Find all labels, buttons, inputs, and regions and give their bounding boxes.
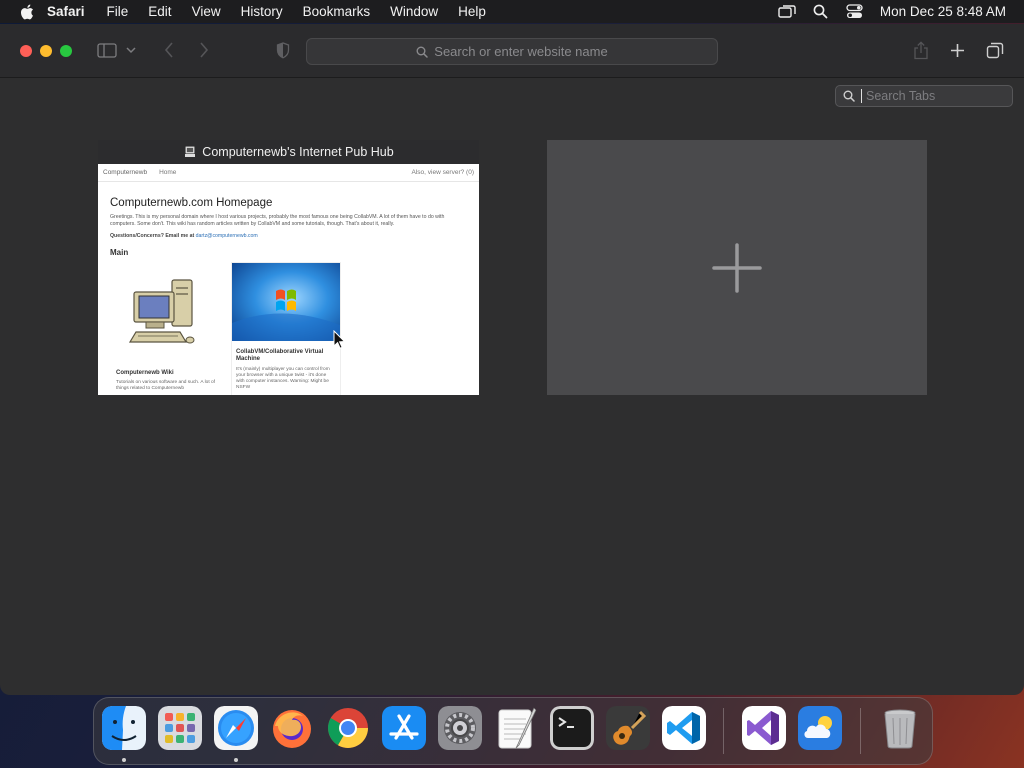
dock-garageband[interactable]: [606, 706, 650, 750]
weather-icon: [798, 706, 842, 750]
finder-icon: [102, 706, 146, 750]
dock-chrome[interactable]: [326, 706, 370, 750]
new-tab-card[interactable]: [547, 140, 927, 395]
dock-firefox[interactable]: [270, 706, 314, 750]
site-contact: Questions/Concerns? Email me at dartz@co…: [110, 233, 258, 239]
trash-icon: [884, 709, 916, 749]
textedit-icon: [498, 707, 537, 749]
guitar-icon: [606, 706, 650, 750]
search-icon: [416, 46, 429, 58]
screen-mirroring-icon[interactable]: [778, 4, 796, 20]
site-heading: Computernewb.com Homepage: [110, 197, 273, 209]
menu-bookmarks[interactable]: Bookmarks: [303, 4, 371, 19]
site-card-collabvm: CollabVM/Collaborative Virtual Machine I…: [231, 262, 341, 395]
menu-view[interactable]: View: [192, 4, 221, 19]
plus-icon: [712, 242, 762, 293]
tab-title: Computernewb's Internet Pub Hub: [202, 145, 394, 159]
text-caret: [861, 89, 862, 103]
site-intro: Greetings. This is my personal domain wh…: [110, 214, 445, 227]
search-icon: [843, 90, 855, 102]
site-contact-label: Questions/Concerns? Email me at: [110, 233, 195, 239]
terminal-icon: [550, 706, 594, 750]
chevron-down-icon[interactable]: [124, 39, 138, 61]
dock-vscode[interactable]: [662, 706, 706, 750]
address-bar[interactable]: Search or enter website name: [306, 38, 718, 65]
search-tabs-input[interactable]: [866, 89, 1006, 103]
safari-icon: [214, 706, 258, 750]
tab-thumbnail-computernewb[interactable]: Computernewb's Internet Pub Hub Computer…: [98, 140, 479, 395]
dock-terminal[interactable]: [550, 706, 594, 750]
search-tabs-field[interactable]: [835, 85, 1013, 107]
favicon-icon: [185, 146, 196, 157]
dock-finder[interactable]: [102, 706, 146, 750]
dock-separator: [723, 708, 724, 754]
page-preview: Computernewb Home Also, view server? (0)…: [98, 164, 479, 395]
computer-illustration: [128, 279, 195, 344]
site-section-heading: Main: [110, 248, 129, 257]
dock-safari[interactable]: [214, 706, 258, 750]
menu-file[interactable]: File: [107, 4, 129, 19]
tab-title-strip: Computernewb's Internet Pub Hub: [98, 140, 479, 164]
dock-app-store[interactable]: [382, 706, 426, 750]
dock-separator: [860, 708, 861, 754]
privacy-shield-icon[interactable]: [272, 39, 294, 61]
minimize-button[interactable]: [40, 45, 52, 57]
sidebar-toggle-icon[interactable]: [96, 39, 118, 61]
dock: [93, 697, 933, 765]
site-card-collabvm-desc: It's (mainly) multiplayer you can contro…: [236, 367, 330, 390]
chrome-icon: [328, 708, 368, 748]
close-button[interactable]: [20, 45, 32, 57]
dock-visual-studio[interactable]: [742, 706, 786, 750]
menu-edit[interactable]: Edit: [148, 4, 171, 19]
menu-app-name[interactable]: Safari: [47, 4, 85, 19]
share-icon[interactable]: [910, 39, 932, 61]
menu-window[interactable]: Window: [390, 4, 438, 19]
firefox-icon: [273, 710, 311, 748]
control-center-icon[interactable]: [846, 4, 864, 20]
site-nav-right: Also, view server? (0): [411, 169, 475, 176]
site-contact-email: dartz@computernewb.com: [195, 233, 258, 239]
running-indicator: [122, 758, 126, 762]
safari-window: Search or enter website name Computernew…: [0, 24, 1024, 695]
site-nav: Computernewb Home Also, view server? (0): [98, 164, 479, 182]
dock-system-preferences[interactable]: [438, 706, 482, 750]
app-store-icon: [382, 706, 426, 750]
forward-icon[interactable]: [193, 39, 215, 61]
site-card-wiki: Computernewb Wiki Tutorials on various s…: [110, 262, 218, 395]
menu-bar: Safari File Edit View History Bookmarks …: [0, 0, 1024, 23]
menu-clock[interactable]: Mon Dec 25 8:48 AM: [880, 4, 1006, 19]
dock-weather[interactable]: [798, 706, 842, 750]
site-card-wiki-title: Computernewb Wiki: [116, 370, 174, 376]
mouse-pointer-icon: [333, 330, 345, 349]
gear-icon: [438, 706, 482, 750]
vscode-icon: [662, 706, 706, 750]
menu-help[interactable]: Help: [458, 4, 486, 19]
spotlight-search-icon[interactable]: [812, 4, 830, 20]
tab-overview-icon[interactable]: [984, 39, 1006, 61]
site-card-wiki-desc: Tutorials on various software and such. …: [116, 380, 216, 391]
address-placeholder: Search or enter website name: [434, 44, 608, 59]
windows-wallpaper-illustration: [232, 263, 340, 341]
menu-history[interactable]: History: [241, 4, 283, 19]
launchpad-icon: [158, 706, 202, 750]
site-brand: Computernewb: [103, 169, 148, 176]
running-indicator: [234, 758, 238, 762]
visual-studio-icon: [742, 706, 786, 750]
apple-icon[interactable]: [20, 4, 34, 20]
dock-textedit[interactable]: [494, 706, 538, 750]
site-nav-home: Home: [159, 169, 177, 176]
new-tab-icon[interactable]: [946, 39, 968, 61]
dock-trash[interactable]: [878, 706, 922, 750]
dock-launchpad[interactable]: [158, 706, 202, 750]
site-card-collabvm-title: CollabVM/Collaborative Virtual Machine: [236, 349, 324, 362]
maximize-button[interactable]: [60, 45, 72, 57]
back-icon[interactable]: [158, 39, 180, 61]
toolbar: Search or enter website name: [0, 24, 1024, 78]
